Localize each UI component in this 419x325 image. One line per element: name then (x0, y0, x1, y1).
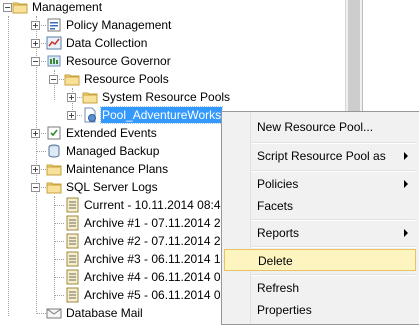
node-label: Archive #1 - 07.11.2014 22 (84, 216, 228, 230)
folder-icon (82, 92, 98, 104)
tree-node-data-collection[interactable]: Data Collection (46, 34, 148, 52)
tree-node-log-archive-4[interactable]: Archive #4 - 06.11.2014 09 (64, 268, 228, 286)
menu-separator (252, 219, 415, 221)
resource-pool-icon (84, 107, 96, 123)
resource-governor-icon (47, 55, 61, 67)
policy-icon (47, 18, 61, 32)
tree-node-resource-pools[interactable]: Resource Pools (64, 70, 170, 88)
menu-item-label: Script Resource Pool as (257, 149, 386, 163)
log-icon (66, 251, 79, 267)
tree-node-log-archive-2[interactable]: Archive #2 - 07.11.2014 20 (64, 232, 228, 250)
menu-item-label: Reports (257, 226, 300, 240)
tree-node-management[interactable]: Management (12, 0, 103, 16)
expand-toggle-extended-events[interactable]: + (31, 129, 40, 138)
submenu-arrow-icon (404, 152, 408, 160)
node-label: Pool_AdventureWorks (99, 106, 224, 124)
menu-separator (252, 246, 415, 248)
folder-icon (46, 182, 62, 194)
log-icon (66, 215, 79, 231)
node-label: Archive #5 - 06.11.2014 09 (84, 288, 228, 302)
menu-item-label: Policies (257, 177, 299, 191)
managed-backup-icon (48, 144, 60, 158)
tree-line (54, 196, 55, 300)
menu-item-refresh[interactable]: Refresh (224, 277, 416, 299)
node-label: Policy Management (66, 18, 172, 32)
log-icon (66, 233, 79, 249)
collapse-toggle-resource-governor[interactable]: − (31, 57, 40, 66)
menu-item-reports[interactable]: Reports (224, 222, 416, 244)
node-label: Archive #4 - 06.11.2014 09 (84, 270, 228, 284)
tree-node-log-archive-5[interactable]: Archive #5 - 06.11.2014 09 (64, 286, 228, 304)
folder-icon (12, 2, 28, 14)
node-label: SQL Server Logs (66, 180, 158, 194)
tree-node-log-current[interactable]: Current - 10.11.2014 08:43 (64, 196, 228, 214)
tree-node-maintenance-plans[interactable]: Maintenance Plans (46, 160, 169, 178)
node-label: Current - 10.11.2014 08:43 (84, 198, 228, 212)
submenu-arrow-icon (404, 180, 408, 188)
expand-toggle-policy-management[interactable]: + (31, 21, 40, 30)
expand-toggle-maintenance-plans[interactable]: + (31, 165, 40, 174)
tree-node-log-archive-3[interactable]: Archive #3 - 06.11.2014 17 (64, 250, 228, 268)
tree-node-policy-management[interactable]: Policy Management (46, 16, 172, 34)
node-label: Extended Events (66, 126, 157, 140)
extended-events-icon (47, 126, 61, 140)
node-label: Database Mail (66, 306, 143, 320)
node-label: Resource Governor (66, 54, 171, 68)
expand-toggle-system-resource-pools[interactable]: + (67, 93, 76, 102)
folder-icon (46, 164, 62, 176)
tree-node-pool-adventureworks[interactable]: Pool_AdventureWorks (82, 106, 224, 124)
menu-item-properties[interactable]: Properties (224, 299, 416, 321)
node-label: Management (32, 0, 103, 14)
log-icon (66, 197, 79, 213)
menu-item-label: Refresh (257, 281, 300, 295)
node-label: Data Collection (66, 36, 148, 50)
menu-separator (252, 274, 415, 276)
expand-toggle-data-collection[interactable]: + (31, 39, 40, 48)
submenu-arrow-icon (404, 229, 408, 237)
menu-separator (252, 142, 415, 144)
menu-item-label: New Resource Pool... (257, 120, 374, 134)
tree-node-resource-governor[interactable]: Resource Governor (46, 52, 172, 70)
tree-node-system-resource-pools[interactable]: System Resource Pools (82, 88, 231, 106)
menu-item-label: Properties (257, 303, 312, 317)
node-label: Archive #3 - 06.11.2014 17 (84, 252, 228, 266)
log-icon (66, 287, 79, 303)
node-label: Resource Pools (84, 72, 169, 86)
tree-node-managed-backup[interactable]: Managed Backup (46, 142, 160, 160)
menu-item-new-resource-pool[interactable]: New Resource Pool... (224, 116, 416, 138)
expand-toggle-pool-adventureworks[interactable]: + (67, 111, 76, 120)
menu-separator (252, 170, 415, 172)
tree-node-log-archive-1[interactable]: Archive #1 - 07.11.2014 22 (64, 214, 228, 232)
node-label: Maintenance Plans (66, 162, 169, 176)
tree-node-sql-server-logs[interactable]: SQL Server Logs (46, 178, 159, 196)
collapse-toggle-resource-pools[interactable]: − (49, 75, 58, 84)
context-menu: New Resource Pool... Script Resource Poo… (221, 111, 419, 325)
folder-icon (64, 74, 80, 86)
menu-item-label: Facets (257, 199, 294, 213)
node-label: Managed Backup (66, 144, 160, 158)
menu-item-label: Delete (258, 254, 293, 268)
menu-item-delete[interactable]: Delete (224, 249, 416, 271)
collapse-toggle-management[interactable]: − (3, 3, 12, 12)
data-collection-icon (46, 36, 62, 50)
tree-line (8, 16, 9, 316)
node-label: Archive #2 - 07.11.2014 20 (84, 234, 228, 248)
log-icon (66, 269, 79, 285)
collapse-toggle-sql-server-logs[interactable]: − (31, 183, 40, 192)
menu-item-script-resource-pool-as[interactable]: Script Resource Pool as (224, 145, 416, 167)
tree-node-extended-events[interactable]: Extended Events (46, 124, 158, 142)
mail-icon (46, 308, 62, 319)
tree-node-database-mail[interactable]: Database Mail (46, 304, 144, 322)
menu-item-policies[interactable]: Policies (224, 173, 416, 195)
node-label: System Resource Pools (102, 90, 231, 104)
menu-item-facets[interactable]: Facets (224, 195, 416, 217)
